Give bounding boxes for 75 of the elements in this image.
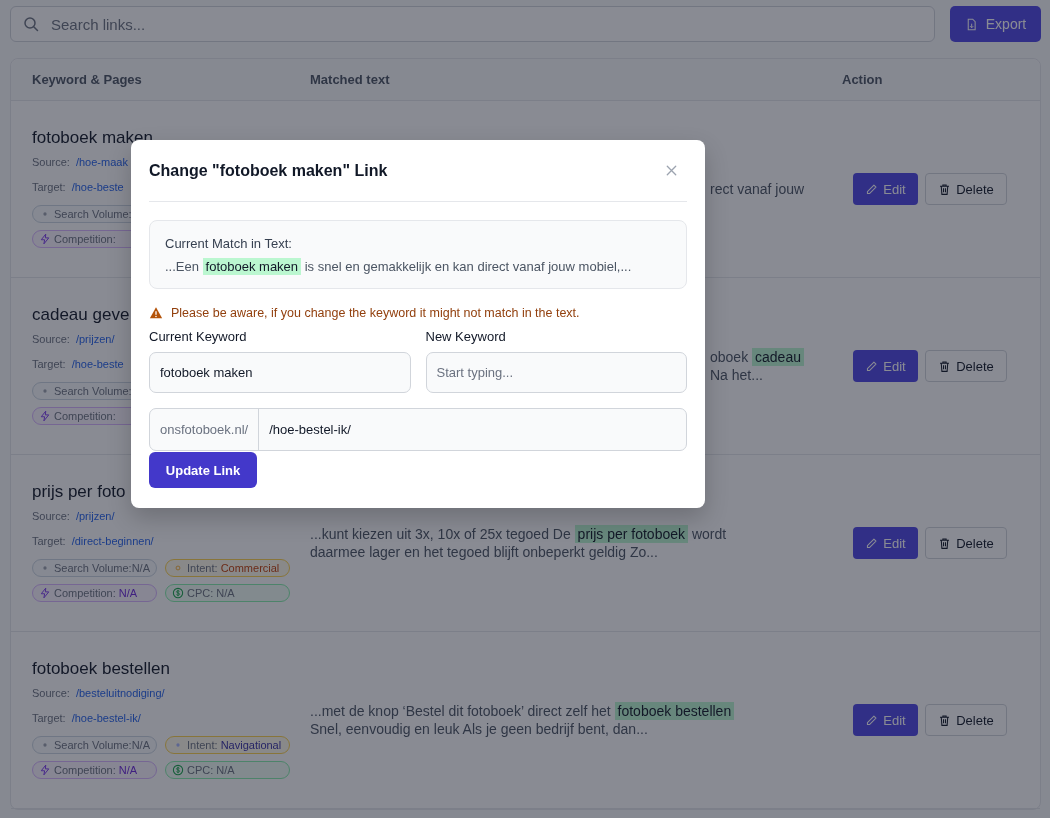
- pencil-icon: [865, 713, 879, 727]
- metric-badge: CPC: N/A: [165, 584, 290, 602]
- lightning-icon: [39, 233, 51, 245]
- page-link[interactable]: /hoe-maak: [75, 155, 128, 169]
- keyword-title: prijs per foto: [32, 481, 126, 503]
- search-input[interactable]: Search links...: [49, 14, 922, 34]
- dot-icon: [172, 562, 184, 574]
- dollar-icon: [172, 764, 184, 776]
- export-button[interactable]: Export: [950, 6, 1041, 42]
- current-keyword-field[interactable]: fotoboek maken: [149, 352, 411, 393]
- delete-button[interactable]: Delete: [925, 173, 1007, 205]
- column-header: Action: [842, 72, 884, 87]
- modal-title: Change "fotoboek maken" Link: [149, 161, 388, 180]
- warning-text: Please be aware, if you change the keyword it might not match in the text.: [171, 306, 580, 320]
- edit-button[interactable]: Edit: [853, 350, 918, 382]
- keyword-title: cadeau geve: [32, 304, 130, 326]
- search-icon: [23, 16, 39, 32]
- match-label: Current Match in Text:: [165, 236, 293, 251]
- page-label: Source:: [32, 155, 70, 169]
- pencil-icon: [865, 359, 879, 373]
- matched-text: ...met de knop ‘Bestel dit fotoboek’ direct zelf het fotoboek bestellen Snel, eenvoudig en leuk Als je geen bedrijf bent, dan...: [310, 702, 790, 738]
- page-label: Target:: [32, 180, 66, 194]
- page-link[interactable]: /hoe-beste: [71, 180, 124, 194]
- column-header: Keyword & Pages: [31, 72, 143, 87]
- lightning-icon: [39, 764, 51, 776]
- trash-icon: [938, 536, 952, 550]
- trash-icon: [938, 713, 952, 727]
- metric-badge: CPC: N/A: [165, 761, 290, 779]
- edit-button[interactable]: Edit: [853, 704, 918, 736]
- column-header: Matched text: [310, 72, 391, 87]
- new-keyword-field[interactable]: Start typing...: [425, 352, 687, 393]
- close-icon[interactable]: [664, 163, 679, 178]
- trash-icon: [938, 359, 952, 373]
- keyword-title: fotoboek bestellen: [32, 658, 170, 680]
- match-text: ...Een fotoboek maken is snel en gemakkelijk en kan direct vanaf jouw mobiel,...: [165, 259, 633, 274]
- trash-icon: [938, 182, 952, 196]
- delete-button[interactable]: Delete: [925, 527, 1007, 559]
- page-label: Target:: [32, 534, 66, 548]
- page-link[interactable]: /prijzen/: [75, 332, 115, 346]
- matched-text: ...kunt kiezen uit 3x, 10x of 25x tegoed De prijs per fotoboek wordt daarmee lager en het tegoed blijft onbeperkt geldig Zo...: [310, 525, 728, 561]
- pencil-icon: [865, 182, 879, 196]
- url-field[interactable]: onsfotoboek.nl/ /hoe-bestel-ik/: [149, 408, 687, 451]
- page-link[interactable]: /hoe-beste: [71, 357, 124, 371]
- delete-button[interactable]: Delete: [925, 704, 1007, 736]
- metric-badge: Search Volume:N/A: [32, 559, 157, 577]
- page-label: Target:: [32, 711, 66, 725]
- field-label: New Keyword: [425, 329, 507, 344]
- url-prefix: onsfotoboek.nl/: [150, 409, 260, 450]
- dollar-icon: [172, 587, 184, 599]
- metric-badge: Competition: N/A: [32, 584, 157, 602]
- page-label: Source:: [32, 686, 70, 700]
- page-link[interactable]: /hoe-bestel-ik/: [71, 711, 141, 725]
- page-link[interactable]: /prijzen/: [75, 509, 115, 523]
- metric-badge: Intent: Navigational: [165, 736, 290, 754]
- update-link-button[interactable]: Update Link: [149, 452, 257, 488]
- edit-button[interactable]: Edit: [853, 173, 918, 205]
- url-path-field[interactable]: /hoe-bestel-ik/: [259, 409, 686, 450]
- edit-button[interactable]: Edit: [853, 527, 918, 559]
- page-label: Target:: [32, 357, 66, 371]
- page-label: Source:: [32, 509, 70, 523]
- lightning-icon: [39, 410, 51, 422]
- page-link[interactable]: /direct-beginnen/: [71, 534, 154, 548]
- warning-icon: [149, 306, 163, 320]
- field-label: Current Keyword: [149, 329, 248, 344]
- metric-badge: Competition: N/A: [32, 761, 157, 779]
- page-link[interactable]: /besteluitnodiging/: [75, 686, 165, 700]
- pencil-icon: [865, 536, 879, 550]
- lightning-icon: [39, 587, 51, 599]
- metric-badge: Search Volume:N/A: [32, 736, 157, 754]
- delete-button[interactable]: Delete: [925, 350, 1007, 382]
- page-label: Source:: [32, 332, 70, 346]
- matched-text: oboek cadeau Na het...: [710, 348, 804, 384]
- metric-badge: Intent: Commercial: [165, 559, 290, 577]
- search-field[interactable]: Search links...: [10, 6, 935, 42]
- matched-text: rect vanaf jouw: [710, 180, 805, 198]
